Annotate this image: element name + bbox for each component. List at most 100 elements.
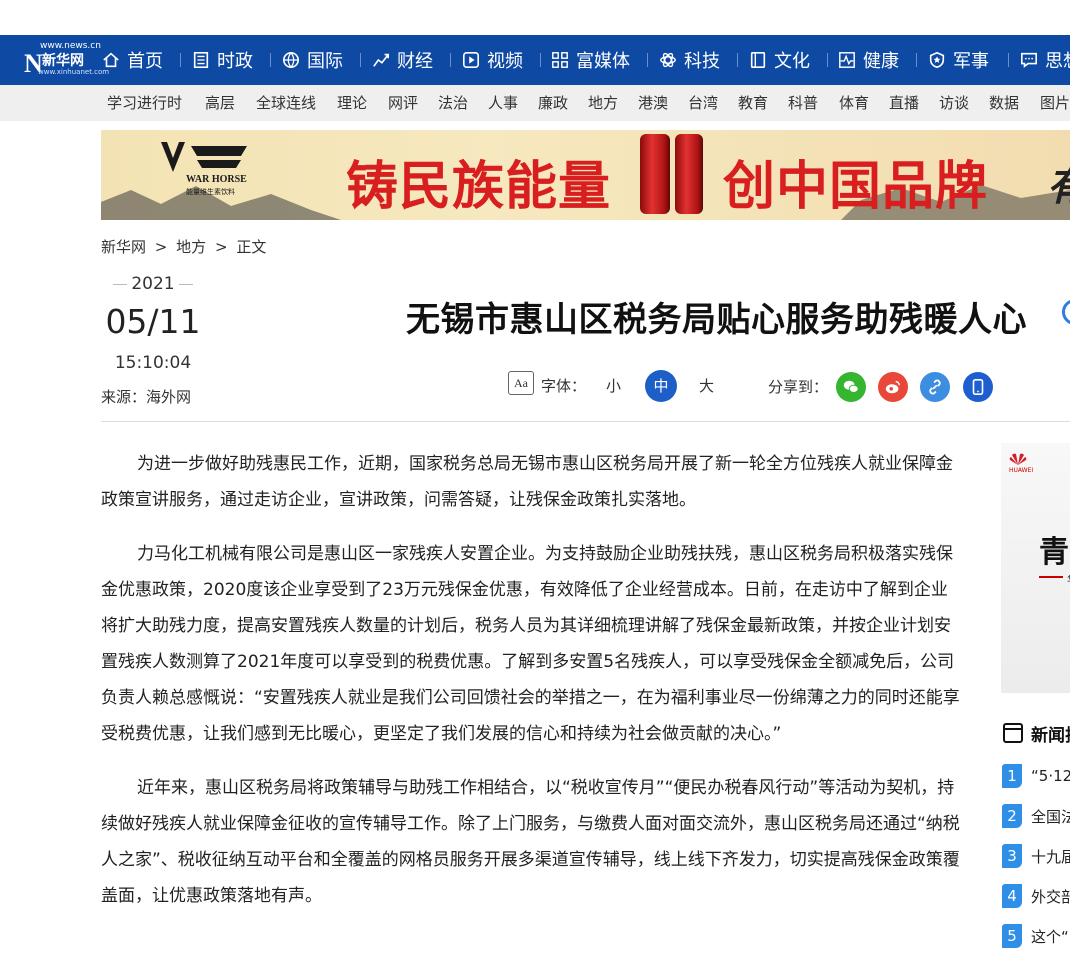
news-list-item[interactable]: 2 全国法	[1002, 802, 1070, 830]
font-size-label: 字体：	[541, 377, 587, 395]
publish-time: 15:10:04	[114, 353, 192, 373]
logo-brand-text: 新华网	[42, 53, 84, 69]
globe-icon	[282, 51, 300, 69]
nav-item-politics[interactable]: 时政	[192, 35, 253, 85]
share-link-button[interactable]	[920, 372, 950, 402]
nav-item-finance[interactable]: 财经	[372, 35, 433, 85]
nav-item-rich-media[interactable]: 富媒体	[551, 35, 630, 85]
nav-divider	[180, 53, 181, 67]
share-mobile-button[interactable]	[963, 372, 993, 402]
rank-number: 2	[1002, 804, 1022, 828]
subnav-item[interactable]: 教育	[738, 85, 768, 121]
brand-english-text: WAR HORSE	[186, 174, 247, 185]
article-paragraph: 为进一步做好助残惠民工作，近期，国家税务总局无锡市惠山区税务局开展了新一轮全方位…	[101, 454, 953, 510]
subnav-item[interactable]: 直播	[889, 85, 919, 121]
slogan-text-1: 铸民族能量	[346, 156, 612, 217]
subnav-item[interactable]: 图片	[1040, 85, 1070, 121]
nav-divider	[270, 53, 271, 67]
subnav-item[interactable]: 网评	[388, 85, 418, 121]
breadcrumb-separator: >	[154, 238, 168, 256]
publish-year: 2021	[101, 274, 205, 294]
news-list-item[interactable]: 3 十九届	[1002, 842, 1070, 870]
share-wechat-button[interactable]	[836, 372, 866, 402]
mobile-icon	[972, 378, 984, 396]
nav-label: 思想	[1045, 51, 1070, 72]
atom-icon	[660, 52, 676, 68]
subnav-item[interactable]: 数据	[989, 85, 1019, 121]
news-title[interactable]: 这个“	[1031, 926, 1069, 947]
news-title[interactable]: 十九届	[1031, 846, 1070, 867]
breadcrumb-home[interactable]: 新华网	[101, 238, 146, 256]
article-paragraph: 力马化工机械有限公司是惠山区一家残疾人安置企业。为支持鼓励企业助残扶残，惠山区税…	[101, 544, 960, 744]
font-size-large-button[interactable]: 大	[699, 375, 714, 396]
newspaper-icon	[1003, 723, 1023, 743]
news-title[interactable]: 外交部	[1031, 886, 1070, 907]
news-list-item[interactable]: 1 “5·12”	[1002, 762, 1070, 790]
building-icon	[193, 51, 209, 69]
ad-character: 青	[1039, 535, 1069, 570]
news-title[interactable]: 全国法	[1031, 806, 1070, 827]
subnav-item[interactable]: 访谈	[939, 85, 969, 121]
nav-label: 国际	[307, 51, 343, 72]
page-title: 无锡市惠山区税务局贴心服务助残暖人心	[406, 300, 1027, 340]
news-list-item[interactable]: 5 这个“	[1002, 922, 1069, 950]
sidebar-ad[interactable]: HUAWEI 青 华	[1001, 443, 1070, 693]
brand-sub-text: 能量维生素饮料	[186, 188, 235, 196]
chart-icon	[373, 53, 390, 67]
subnav-item[interactable]: 学习进行时	[107, 85, 182, 121]
nav-item-thought[interactable]: 思想	[1020, 35, 1070, 85]
breadcrumb: 新华网 > 地方 > 正文	[101, 236, 270, 257]
nav-divider	[450, 53, 451, 67]
subnav-item[interactable]: 体育	[839, 85, 869, 121]
nav-item-health[interactable]: 健康	[838, 35, 899, 85]
font-size-medium-button[interactable]: 中	[645, 370, 677, 402]
book-icon	[750, 51, 766, 69]
top-strip	[0, 0, 1070, 36]
nav-item-video[interactable]: 视频	[462, 35, 523, 85]
subnav-item[interactable]: 高层	[205, 85, 235, 121]
article-source: 来源：海外网	[101, 388, 192, 406]
nav-item-military[interactable]: 军事	[928, 35, 989, 85]
subnav-item[interactable]: 全球连线	[256, 85, 316, 121]
wechat-icon	[843, 380, 859, 393]
subnav-item[interactable]: 地方	[588, 85, 618, 121]
subnav-item[interactable]: 台湾	[688, 85, 718, 121]
subnav-item[interactable]: 理论	[337, 85, 367, 121]
nav-divider	[916, 53, 917, 67]
ad-banner[interactable]: WAR HORSE 能量维生素饮料 铸民族能量 创中国品牌 有	[101, 130, 1070, 220]
share-label: 分享到：	[768, 378, 829, 396]
audio-badge-icon[interactable]	[1062, 299, 1070, 325]
subnav-item[interactable]: 廉政	[538, 85, 568, 121]
nav-label: 健康	[863, 51, 899, 72]
rank-number: 5	[1002, 924, 1022, 948]
font-size-small-button[interactable]: 小	[606, 375, 621, 396]
huawei-logo-icon	[1009, 453, 1027, 465]
subnav-item[interactable]: 港澳	[638, 85, 668, 121]
news-title[interactable]: “5·12”	[1031, 767, 1070, 785]
subnav-item[interactable]: 法治	[438, 85, 468, 121]
shield-icon	[929, 51, 945, 69]
font-size-icon: Aa	[508, 371, 534, 395]
nav-item-international[interactable]: 国际	[282, 35, 343, 85]
nav-item-tech[interactable]: 科技	[659, 35, 720, 85]
rank-number: 4	[1002, 884, 1022, 908]
nav-divider	[827, 53, 828, 67]
logo-bottom-text: www.xinhuanet.com	[38, 68, 110, 76]
header-divider	[101, 421, 1070, 422]
home-icon	[103, 52, 119, 68]
subnav-item[interactable]: 科普	[788, 85, 818, 121]
publish-date: 05/11	[105, 302, 201, 341]
subnav-item[interactable]: 人事	[488, 85, 518, 121]
nav-label: 时政	[217, 51, 253, 72]
breadcrumb-current: 正文	[236, 238, 267, 256]
article-paragraph: 近年来，惠山区税务局将政策辅导与助残工作相结合，以“税收宣传月”“便民办税春风行…	[101, 778, 960, 906]
nav-item-culture[interactable]: 文化	[749, 35, 810, 85]
news-list-item[interactable]: 4 外交部	[1002, 882, 1070, 910]
breadcrumb-section[interactable]: 地方	[176, 238, 206, 256]
xinhua-logo[interactable]: N www.news.cn 新华网 www.xinhuanet.com	[24, 41, 109, 81]
share-weibo-button[interactable]	[878, 372, 908, 402]
nav-label: 军事	[953, 51, 989, 72]
nav-item-home[interactable]: 首页	[102, 35, 163, 85]
nav-divider	[360, 53, 361, 67]
slogan-text-3: 有	[1047, 154, 1070, 212]
